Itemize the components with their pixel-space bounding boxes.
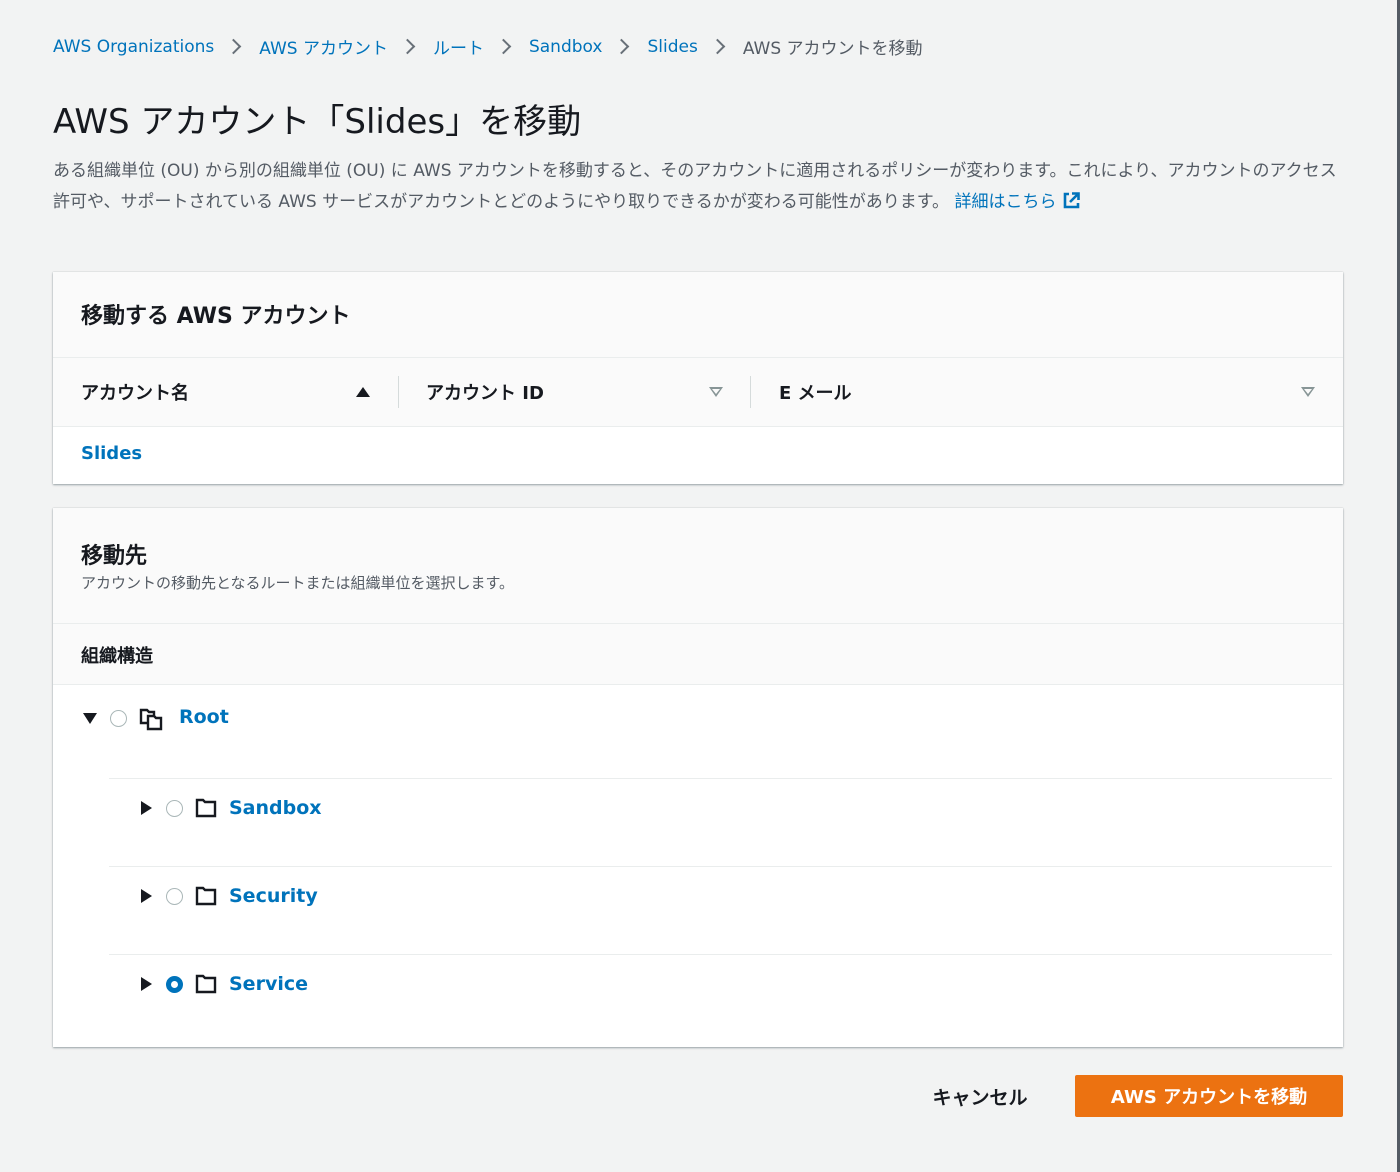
folder-icon	[195, 886, 217, 906]
account-name-link[interactable]: Slides	[81, 443, 142, 464]
cancel-button[interactable]: キャンセル	[915, 1076, 1045, 1116]
sort-descending-icon[interactable]	[709, 387, 723, 397]
description-text: ある組織単位 (OU) から別の組織単位 (OU) に AWS アカウントを移動…	[53, 161, 1337, 212]
sort-descending-icon[interactable]	[1301, 387, 1315, 397]
learn-more-label: 詳細はこちら	[954, 192, 1057, 212]
column-header-account-id[interactable]: アカウント ID	[426, 358, 706, 426]
tree-node-label-sandbox[interactable]: Sandbox	[229, 797, 322, 819]
column-label: アカウント名	[81, 383, 189, 404]
page-description: ある組織単位 (OU) から別の組織単位 (OU) に AWS アカウントを移動…	[53, 156, 1343, 218]
move-account-button[interactable]: AWS アカウントを移動	[1075, 1075, 1343, 1117]
folder-icon	[195, 798, 217, 818]
tree-node-security: Security	[109, 866, 1332, 955]
tree-node-sandbox: Sandbox	[109, 778, 1332, 867]
breadcrumb-organizations[interactable]: AWS Organizations	[53, 37, 214, 57]
tree-node-label-service[interactable]: Service	[229, 973, 308, 995]
chevron-right-icon	[709, 38, 726, 55]
caret-right-icon[interactable]	[141, 889, 152, 903]
page-title: AWS アカウント「Slides」を移動	[53, 102, 582, 142]
tree-node-label-security[interactable]: Security	[229, 885, 318, 907]
tree-node-label-root[interactable]: Root	[179, 706, 229, 728]
breadcrumb-slides[interactable]: Slides	[647, 37, 697, 57]
column-header-account-name[interactable]: アカウント名	[81, 358, 381, 426]
panel-subtitle: アカウントの移動先となるルートまたは組織単位を選択します。	[81, 574, 515, 592]
destination-panel: 移動先 アカウントの移動先となるルートまたは組織単位を選択します。 組織構造 R…	[53, 508, 1343, 1047]
chevron-right-icon	[399, 38, 416, 55]
tree-node-root: Root	[53, 685, 1332, 773]
tree-header-label: 組織構造	[81, 646, 153, 667]
column-label: E メール	[779, 383, 852, 404]
panel-title: 移動する AWS アカウント	[81, 304, 351, 329]
column-header-email[interactable]: E メール	[779, 358, 1279, 426]
table-header: アカウント名 アカウント ID E メール	[53, 358, 1343, 427]
learn-more-link[interactable]: 詳細はこちら	[954, 192, 1081, 212]
radio-sandbox[interactable]	[166, 800, 183, 817]
panel-header: 移動先 アカウントの移動先となるルートまたは組織単位を選択します。	[53, 508, 1343, 624]
radio-service[interactable]	[166, 976, 183, 993]
breadcrumb: AWS Organizations AWS アカウント ルート Sandbox …	[53, 34, 923, 60]
breadcrumb-sandbox[interactable]: Sandbox	[529, 37, 603, 57]
tree-header: 組織構造	[53, 624, 1343, 685]
caret-right-icon[interactable]	[141, 801, 152, 815]
panel-title: 移動先	[81, 544, 148, 569]
breadcrumb-aws-accounts[interactable]: AWS アカウント	[259, 34, 388, 59]
breadcrumb-current: AWS アカウントを移動	[742, 39, 923, 59]
table-row: Slides	[53, 427, 1343, 484]
chevron-right-icon	[614, 38, 630, 55]
column-label: アカウント ID	[426, 383, 544, 404]
column-divider[interactable]	[750, 376, 751, 408]
sort-ascending-icon[interactable]	[356, 387, 370, 397]
chevron-right-icon	[225, 38, 242, 55]
breadcrumb-root[interactable]: ルート	[433, 34, 484, 59]
chevron-right-icon	[495, 38, 512, 55]
external-link-icon	[1064, 192, 1081, 209]
column-divider[interactable]	[398, 376, 399, 408]
folder-icon	[195, 974, 217, 994]
accounts-to-move-panel: 移動する AWS アカウント アカウント名 アカウント ID E メール Sli…	[53, 272, 1343, 484]
panel-header: 移動する AWS アカウント	[53, 272, 1343, 358]
radio-root[interactable]	[110, 710, 127, 727]
caret-right-icon[interactable]	[141, 977, 152, 991]
caret-down-icon[interactable]	[83, 713, 97, 724]
root-icon	[139, 708, 163, 731]
tree-node-service: Service	[109, 954, 1332, 1043]
radio-security[interactable]	[166, 888, 183, 905]
